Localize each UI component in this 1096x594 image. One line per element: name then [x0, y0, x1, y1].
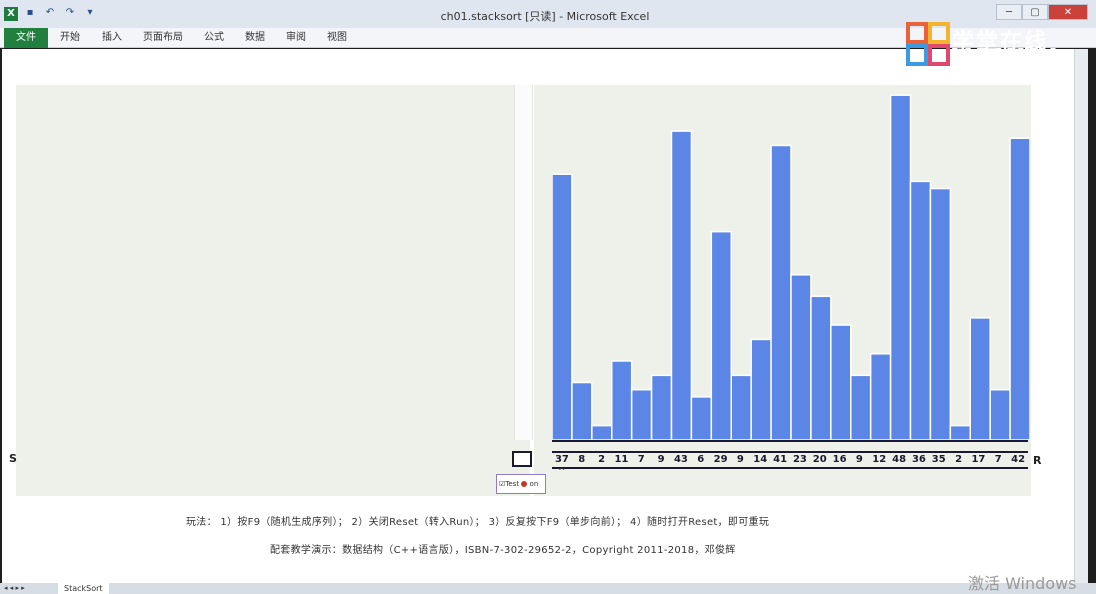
undo-icon[interactable]: ↶: [44, 7, 56, 19]
sequence-value-12: 23: [792, 454, 807, 465]
control-label: Test: [505, 480, 520, 488]
sequence-label: R: [1033, 454, 1042, 467]
sequence-value-14: 16: [832, 454, 847, 465]
sequence-value-10: 14: [753, 454, 768, 465]
sequence-value-22: 7: [994, 454, 1002, 465]
bar-19: [929, 187, 952, 440]
vertical-scrollbar[interactable]: [1074, 49, 1088, 583]
tab-formulas[interactable]: 公式: [204, 28, 224, 48]
chart-baseline: [552, 440, 1028, 442]
bar-chart: [552, 94, 1030, 440]
bar-9: [730, 374, 752, 440]
bar-14: [830, 324, 852, 440]
sequence-value-9: 9: [736, 454, 744, 465]
stack-column: [514, 85, 533, 440]
pointer-caret: ^: [558, 467, 566, 477]
credit-text: 配套教学演示：数据结构（C++语言版），ISBN-7-302-29652-2，C…: [270, 545, 736, 556]
bar-21: [969, 317, 991, 440]
youku-watermark: 学堂在线 YOUKU: [906, 22, 1082, 74]
bar-20: [949, 424, 971, 440]
bar-11: [770, 144, 792, 440]
window-controls: ─ ▢ ✕: [996, 4, 1088, 20]
bar-2: [591, 424, 613, 440]
tab-review[interactable]: 审阅: [286, 28, 306, 48]
instructions-text: 玩法： 1）按F9（随机生成序列）； 2）关闭Reset（转入Run）； 3）反…: [186, 517, 770, 528]
save-icon[interactable]: ▪: [24, 7, 36, 19]
tab-view[interactable]: 视图: [327, 28, 347, 48]
stack-label: S: [9, 452, 17, 465]
sheet-tab-bar: [0, 583, 1096, 594]
tab-data[interactable]: 数据: [245, 28, 265, 48]
bar-17: [889, 94, 912, 440]
tab-file[interactable]: 文件: [4, 28, 48, 48]
sequence-value-1: 8: [578, 454, 586, 465]
sequence-value-23: 42: [1011, 454, 1026, 465]
bar-10: [750, 338, 772, 440]
bar-22: [989, 388, 1011, 440]
stack-slot: [512, 451, 532, 467]
activate-windows-notice: 激活 Windows: [968, 574, 1077, 593]
bar-18: [909, 180, 932, 440]
sequence-value-2: 2: [598, 454, 606, 465]
tab-insert[interactable]: 插入: [102, 28, 122, 48]
bar-7: [690, 396, 713, 440]
sheet-tab-stacksort[interactable]: StackSort: [58, 583, 109, 594]
sequence-value-17: 48: [892, 454, 907, 465]
bar-0: [552, 173, 573, 440]
sheet-nav-arrows-icon[interactable]: ◂ ◂ ▸ ▸: [4, 584, 25, 592]
tab-home[interactable]: 开始: [60, 28, 80, 48]
maximize-button[interactable]: ▢: [1022, 4, 1048, 20]
bar-5: [650, 374, 673, 440]
sequence-value-8: 29: [713, 454, 728, 465]
excel-icon[interactable]: X: [4, 7, 18, 21]
sequence-value-7: 6: [697, 454, 705, 465]
sequence-value-0: 37: [554, 454, 569, 465]
quick-access-toolbar: ▪ ↶ ↷ ▾: [24, 7, 96, 19]
sequence-value-4: 7: [637, 454, 645, 465]
redo-icon[interactable]: ↷: [64, 7, 76, 19]
sequence-value-11: 41: [773, 454, 788, 465]
bar-12: [790, 274, 812, 440]
sequence-value-15: 9: [855, 454, 863, 465]
bar-15: [850, 374, 872, 440]
minimize-button[interactable]: ─: [996, 4, 1022, 20]
sequence-value-3: 11: [614, 454, 629, 465]
window-title: ch01.stacksort [只读] - Microsoft Excel: [440, 10, 650, 23]
bar-13: [810, 295, 832, 440]
record-icon: [521, 481, 528, 487]
bar-8: [710, 230, 733, 440]
sequence-value-19: 35: [931, 454, 946, 465]
sequence-value-13: 20: [812, 454, 827, 465]
watermark-en: YOUKU: [952, 44, 1059, 74]
sequence-value-21: 17: [971, 454, 986, 465]
sequence-value-18: 36: [911, 454, 926, 465]
bar-4: [630, 388, 653, 440]
customize-icon[interactable]: ▾: [84, 7, 96, 19]
sequence-value-16: 12: [872, 454, 887, 465]
sequence-value-20: 2: [955, 454, 963, 465]
sequence-value-6: 43: [673, 454, 688, 465]
control-suffix: on: [529, 480, 539, 488]
tab-page-layout[interactable]: 页面布局: [143, 28, 183, 48]
reset-toggle[interactable]: ☑Test on: [496, 474, 546, 494]
close-button[interactable]: ✕: [1048, 4, 1088, 20]
bar-6: [670, 130, 693, 440]
watermark-logo-icon: [906, 22, 950, 66]
bar-1: [571, 381, 593, 440]
stack-panel: [16, 85, 530, 496]
bar-16: [869, 353, 892, 440]
bar-23: [1009, 137, 1030, 440]
sequence-value-5: 9: [657, 454, 665, 465]
bar-3: [611, 360, 633, 440]
sequence-row: 37 8 2 11 7 9 43 6 29 9 14 41 23 20 16 9 12 48 36 35 2 17 7 42: [552, 451, 1028, 469]
